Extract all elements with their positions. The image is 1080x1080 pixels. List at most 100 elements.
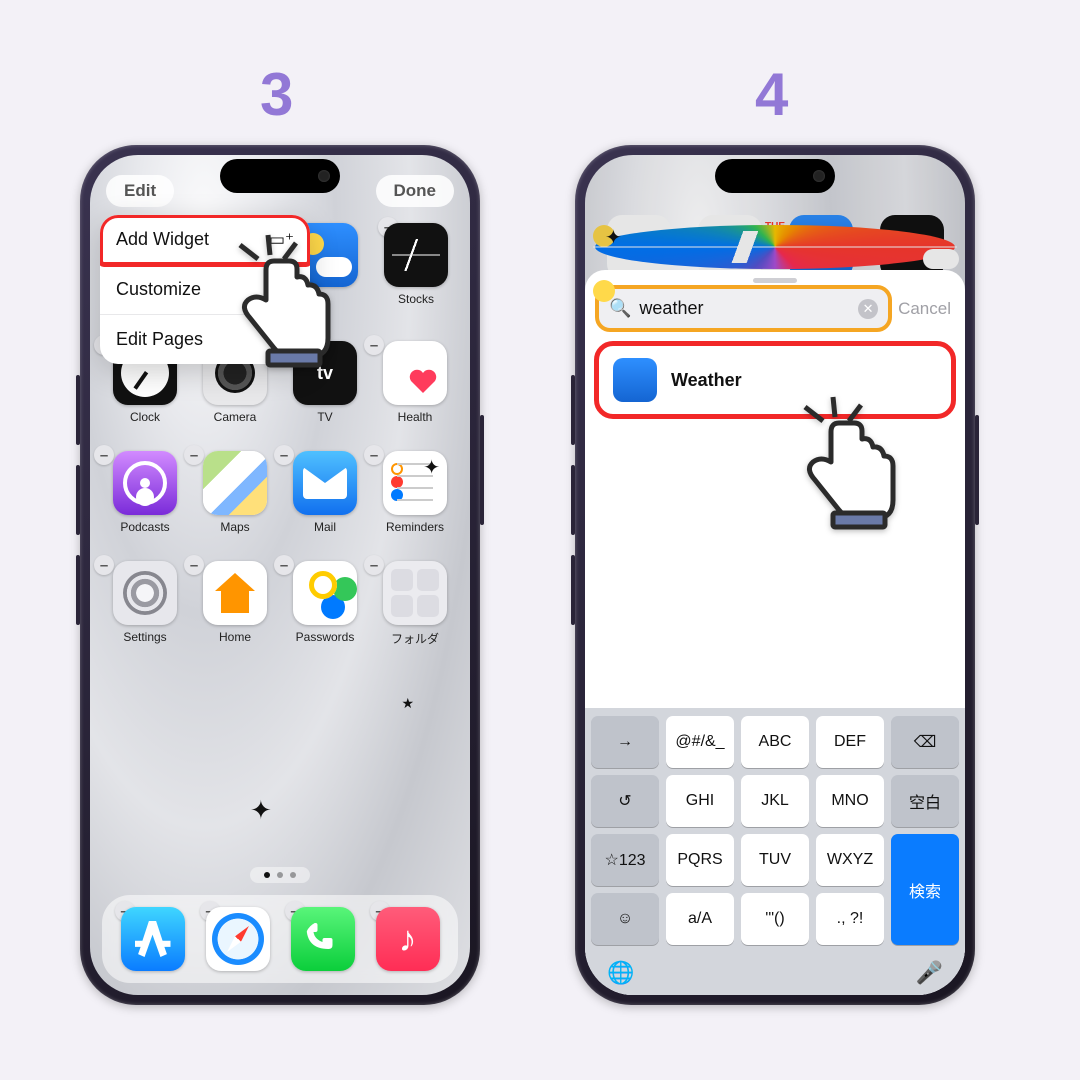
app-label: Health (398, 410, 433, 424)
app-label: Maps (220, 520, 249, 534)
globe-button[interactable]: 🌐 (607, 960, 634, 986)
dynamic-island (715, 159, 835, 193)
key-123[interactable]: ☆123 (591, 834, 659, 886)
home-icon (203, 561, 267, 625)
remove-badge[interactable]: – (274, 555, 294, 575)
app-label: TV (317, 410, 332, 424)
step-number-4: 4 (755, 60, 788, 129)
step-number-3: 3 (260, 60, 293, 129)
key-tuv[interactable]: TUV (741, 834, 809, 886)
key-mno[interactable]: MNO (816, 775, 884, 827)
key-emoji[interactable]: ☺ (591, 893, 659, 945)
sparkle-icon: ✦ (423, 455, 440, 480)
podcasts-icon (113, 451, 177, 515)
result-label: Weather (671, 370, 742, 391)
app-reminders[interactable]: –Reminders (370, 451, 460, 534)
app-label: Podcasts (120, 520, 169, 534)
remove-badge[interactable]: – (274, 445, 294, 465)
app-maps[interactable]: –Maps (190, 451, 280, 534)
sparkle-icon: ✦ (250, 795, 272, 826)
app-mail[interactable]: –Mail (280, 451, 370, 534)
appstore-icon (121, 907, 185, 971)
menu-label: Add Widget (116, 229, 209, 250)
health-icon (383, 341, 447, 405)
search-icon: 🔍 (609, 298, 631, 319)
mic-button[interactable]: 🎤 (916, 960, 943, 986)
key-undo[interactable]: ↺ (591, 775, 659, 827)
app-label: Reminders (386, 520, 444, 534)
remove-badge[interactable]: – (364, 555, 384, 575)
phone-frame-step3: Edit Done – Stocks – – Clock – Camera – TV (80, 145, 480, 1005)
sparkle-icon: ✦ (605, 225, 622, 250)
search-input[interactable]: weather (639, 298, 850, 319)
key-backspace[interactable]: ⌫ (891, 716, 959, 768)
dock-phone[interactable]: – (291, 907, 355, 971)
phone-screen-step4: ✦ 🔍 weather ✕ Cancel Weather → @#/&_ (585, 155, 965, 995)
folder-icon (383, 561, 447, 625)
settings-icon (113, 561, 177, 625)
menu-label: Edit Pages (116, 329, 203, 350)
phone-frame-step4: ✦ 🔍 weather ✕ Cancel Weather → @#/&_ (575, 145, 975, 1005)
key-symbols[interactable]: @#/&_ (666, 716, 734, 768)
widget-picker-sheet: 🔍 weather ✕ Cancel Weather → @#/&_ ABC D… (585, 270, 965, 995)
app-folder[interactable]: –フォルダ (370, 561, 460, 647)
remove-badge[interactable]: – (184, 445, 204, 465)
remove-badge[interactable]: – (94, 555, 114, 575)
sheet-grabber[interactable] (753, 278, 797, 283)
app-podcasts[interactable]: –Podcasts (100, 451, 190, 534)
key-ghi[interactable]: GHI (666, 775, 734, 827)
app-home[interactable]: –Home (190, 561, 280, 647)
phone-screen-step3: Edit Done – Stocks – – Clock – Camera – TV (90, 155, 470, 995)
widget-search-field[interactable]: 🔍 weather ✕ (599, 289, 888, 328)
app-label: Passwords (296, 630, 355, 644)
edit-button[interactable]: Edit (106, 175, 174, 207)
sparkle-icon: ★ (401, 695, 414, 712)
remove-badge[interactable]: – (184, 555, 204, 575)
page-indicator[interactable] (250, 867, 310, 883)
tap-hand-cursor (795, 395, 905, 535)
remove-badge[interactable]: – (364, 335, 384, 355)
dock-safari[interactable]: – (206, 907, 270, 971)
dock-appstore[interactable]: – (121, 907, 185, 971)
key-space[interactable]: 空白 (891, 775, 959, 827)
app-label: Home (219, 630, 251, 644)
done-button[interactable]: Done (376, 175, 455, 207)
app-passwords[interactable]: –Passwords (280, 561, 370, 647)
app-label: Mail (314, 520, 336, 534)
key-def[interactable]: DEF (816, 716, 884, 768)
cancel-button[interactable]: Cancel (898, 299, 951, 319)
key-case[interactable]: a/A (666, 893, 734, 945)
maps-icon (203, 451, 267, 515)
key-search[interactable]: 検索 (891, 834, 959, 945)
key-abc[interactable]: ABC (741, 716, 809, 768)
app-settings[interactable]: –Settings (100, 561, 190, 647)
weather-icon (613, 358, 657, 402)
key-punct[interactable]: ., ?! (816, 893, 884, 945)
clear-search-button[interactable]: ✕ (858, 299, 878, 319)
app-stocks[interactable]: – Stocks (384, 223, 448, 306)
key-wxyz[interactable]: WXYZ (816, 834, 884, 886)
remove-badge[interactable]: – (364, 445, 384, 465)
app-label: Settings (123, 630, 166, 644)
app-health[interactable]: –Health (370, 341, 460, 424)
safari-icon (206, 907, 270, 971)
key-pqrs[interactable]: PQRS (666, 834, 734, 886)
key-tab[interactable]: → (591, 716, 659, 768)
app-label: Camera (214, 410, 257, 424)
stocks-icon (384, 223, 448, 287)
music-icon (376, 907, 440, 971)
key-quotes[interactable]: '"() (741, 893, 809, 945)
dock-music[interactable]: – (376, 907, 440, 971)
app-label: Clock (130, 410, 160, 424)
passwords-icon (293, 561, 357, 625)
tap-hand-cursor (230, 233, 340, 373)
dynamic-island (220, 159, 340, 193)
menu-label: Customize (116, 279, 201, 300)
app-label: フォルダ (391, 630, 439, 647)
mail-icon (293, 451, 357, 515)
key-jkl[interactable]: JKL (741, 775, 809, 827)
app-label: Stocks (398, 292, 434, 306)
remove-badge[interactable]: – (94, 445, 114, 465)
dock: – – – – (102, 895, 458, 983)
phone-icon (291, 907, 355, 971)
